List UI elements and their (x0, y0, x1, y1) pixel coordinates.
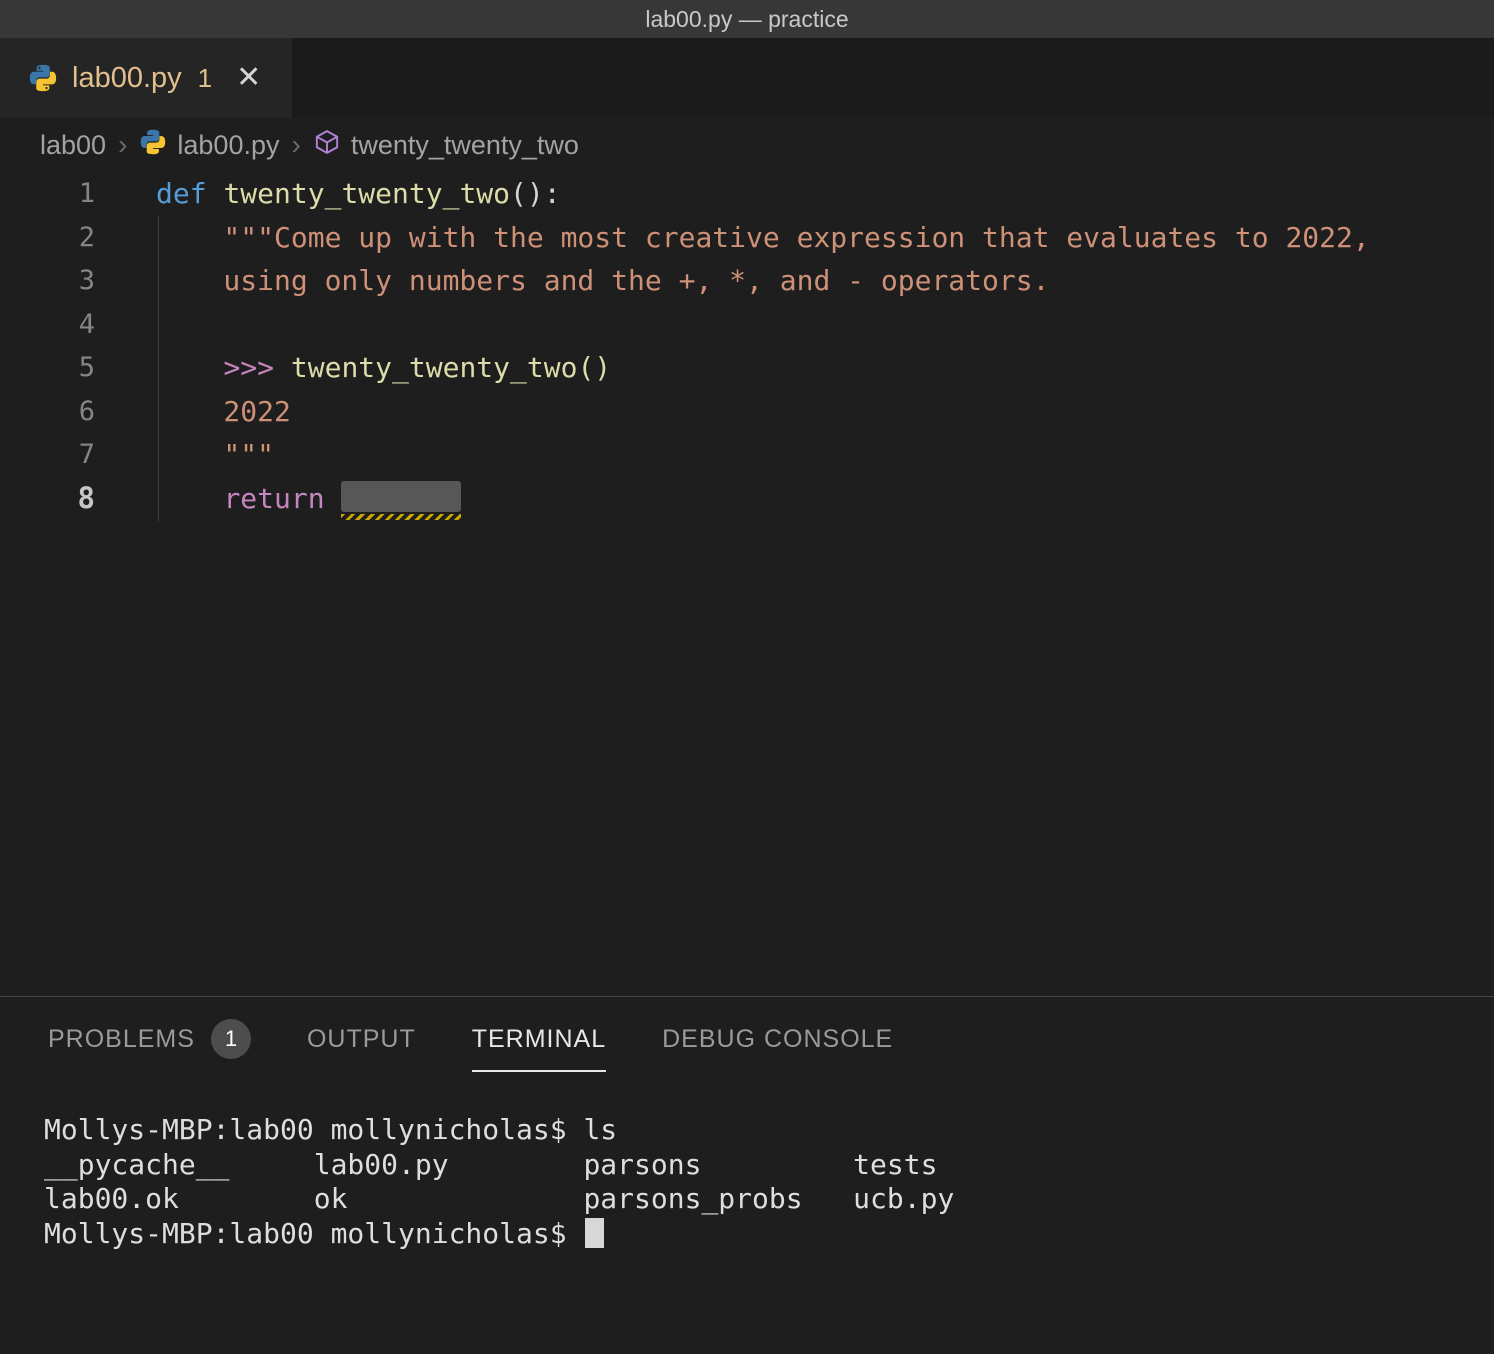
terminal-line: __pycache__ lab00.py parsons tests (44, 1148, 1494, 1183)
code-token (156, 482, 223, 515)
tab-lab00-py[interactable]: lab00.py 1 ✕ (0, 38, 292, 118)
window-title: lab00.py — practice (645, 6, 848, 33)
tab-terminal-label: TERMINAL (472, 1025, 606, 1054)
terminal-output: Mollys-MBP:lab00 mollynicholas$ ls__pyca… (44, 1113, 1494, 1251)
code-token: twenty_twenty_two() (291, 351, 611, 384)
code-line[interactable]: using only numbers and the +, *, and - o… (156, 259, 1494, 303)
breadcrumb-item-symbol[interactable]: twenty_twenty_two (313, 128, 579, 163)
breadcrumb-file-label: lab00.py (177, 130, 279, 161)
python-icon (28, 63, 58, 93)
line-number: 6 (0, 390, 95, 434)
breadcrumb-folder-label: lab00 (40, 130, 106, 161)
breadcrumb-symbol-label: twenty_twenty_two (351, 130, 579, 161)
code-token: using only numbers and the +, *, and - o… (156, 264, 1049, 297)
editor-gutter[interactable]: 12345678 (0, 172, 120, 996)
code-token: >>> (223, 351, 290, 384)
code-line[interactable]: """ (156, 433, 1494, 477)
code-token: """ (156, 438, 274, 471)
line-number: 3 (0, 259, 95, 303)
breadcrumb-item-file[interactable]: lab00.py (139, 128, 279, 163)
tab-debug-console-label: DEBUG CONSOLE (662, 1025, 893, 1054)
code-editor[interactable]: 12345678 def twenty_twenty_two(): """Com… (0, 172, 1494, 996)
selection-highlight (341, 481, 461, 512)
code-token: return (223, 482, 341, 515)
indent-guide (158, 216, 159, 521)
tab-problems[interactable]: PROBLEMS 1 (48, 1010, 251, 1072)
tab-problems-label: PROBLEMS (48, 1025, 195, 1054)
bottom-panel: PROBLEMS 1 OUTPUT TERMINAL DEBUG CONSOLE… (0, 996, 1494, 1354)
tab-output[interactable]: OUTPUT (307, 1010, 416, 1072)
close-icon[interactable]: ✕ (236, 63, 261, 93)
line-number: 2 (0, 216, 95, 260)
tab-problem-count: 1 (198, 63, 212, 94)
tab-debug-console[interactable]: DEBUG CONSOLE (662, 1010, 893, 1072)
code-token: twenty_twenty_two (223, 177, 510, 210)
tab-terminal[interactable]: TERMINAL (472, 1010, 606, 1072)
editor-tab-strip: lab00.py 1 ✕ (0, 38, 1494, 118)
code-line[interactable]: def twenty_twenty_two(): (156, 172, 1494, 216)
code-line[interactable]: >>> twenty_twenty_two() (156, 346, 1494, 390)
line-number: 8 (0, 477, 95, 521)
chevron-right-icon: › (292, 129, 301, 161)
code-token: def (156, 177, 223, 210)
problems-count-badge: 1 (211, 1019, 251, 1059)
terminal-line: lab00.ok ok parsons_probs ucb.py (44, 1182, 1494, 1217)
code-token: 2022 (156, 395, 291, 428)
line-number: 5 (0, 346, 95, 390)
line-number: 4 (0, 303, 95, 347)
breadcrumb-item-folder[interactable]: lab00 (40, 130, 106, 161)
tab-output-label: OUTPUT (307, 1025, 416, 1054)
line-number: 7 (0, 433, 95, 477)
code-token: """Come up with the most creative expres… (156, 221, 1370, 254)
terminal[interactable]: Mollys-MBP:lab00 mollynicholas$ ls__pyca… (0, 1085, 1494, 1251)
code-line[interactable]: return (156, 477, 1494, 521)
terminal-line: Mollys-MBP:lab00 mollynicholas$ (44, 1217, 1494, 1252)
symbol-cube-icon (313, 128, 341, 163)
breadcrumb: lab00 › lab00.py › twenty_twenty_two (0, 118, 1494, 172)
line-number: 1 (0, 172, 95, 216)
code-token (156, 351, 223, 384)
terminal-cursor (585, 1218, 604, 1248)
tab-filename: lab00.py (72, 62, 182, 95)
panel-tab-bar: PROBLEMS 1 OUTPUT TERMINAL DEBUG CONSOLE (0, 997, 1494, 1085)
code-line[interactable]: 2022 (156, 390, 1494, 434)
code-line[interactable]: """Come up with the most creative expres… (156, 216, 1494, 260)
code-token: (): (510, 177, 561, 210)
chevron-right-icon: › (118, 129, 127, 161)
python-icon (139, 128, 167, 163)
window-titlebar: lab00.py — practice (0, 0, 1494, 38)
terminal-line: Mollys-MBP:lab00 mollynicholas$ ls (44, 1113, 1494, 1148)
code-line[interactable] (156, 303, 1494, 347)
editor-code[interactable]: def twenty_twenty_two(): """Come up with… (120, 172, 1494, 996)
